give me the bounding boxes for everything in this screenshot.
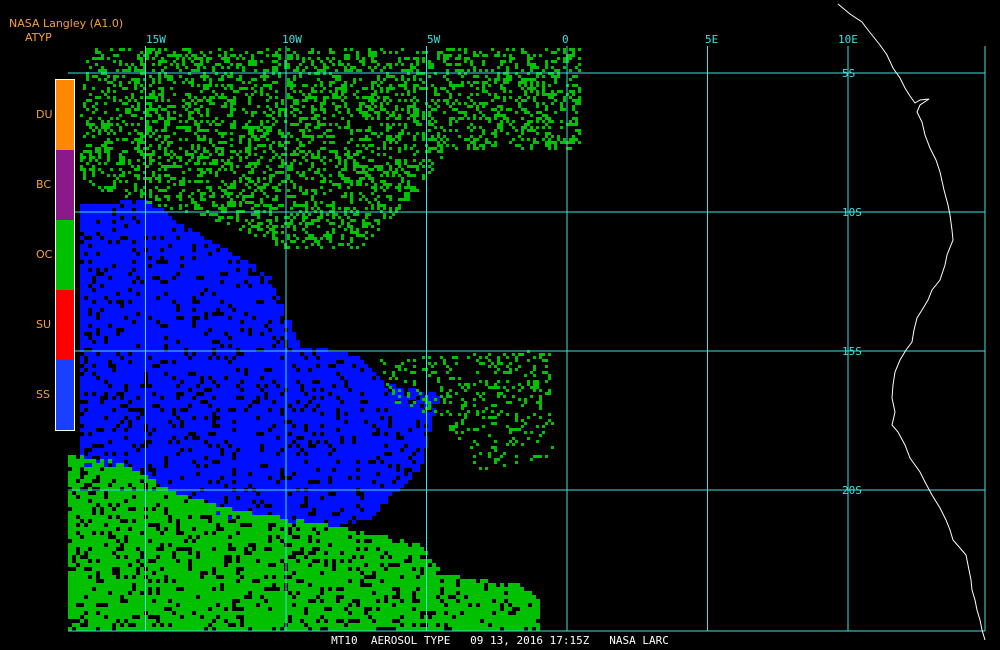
aerosol-map [68, 3, 986, 641]
source-label: NASA Langley (A1.0) [9, 17, 124, 30]
lat-tick-5s: 5S [842, 67, 856, 80]
legend-label-oc: OC [36, 248, 53, 261]
lat-tick-10s: 10S [842, 206, 862, 219]
lat-tick-20s: 20S [842, 484, 862, 497]
legend-swatch-du [56, 80, 74, 150]
coastline [837, 3, 986, 641]
lon-tick-10w: 10W [282, 33, 302, 46]
legend-swatch-su [56, 290, 74, 360]
lat-tick-15s: 15S [842, 345, 862, 358]
legend-swatch-oc [56, 220, 74, 290]
lon-tick-5e: 5E [705, 33, 719, 46]
legend-label-ss: SS [36, 388, 50, 401]
legend-swatch-ss [56, 360, 74, 430]
legend-swatch-bc [56, 150, 74, 220]
lon-tick-0: 0 [562, 33, 569, 46]
lon-tick-10e: 10E [838, 33, 858, 46]
lon-tick-5w: 5W [427, 33, 441, 46]
aerosol-type-legend [55, 79, 75, 431]
footer-caption: MT10 AEROSOL TYPE 09 13, 2016 17:15Z NAS… [331, 634, 669, 647]
legend-label-bc: BC [36, 178, 52, 191]
product-label: ATYP [25, 31, 52, 44]
lon-tick-15w: 15W [146, 33, 166, 46]
legend-label-su: SU [36, 318, 52, 331]
legend-label-du: DU [36, 108, 53, 121]
